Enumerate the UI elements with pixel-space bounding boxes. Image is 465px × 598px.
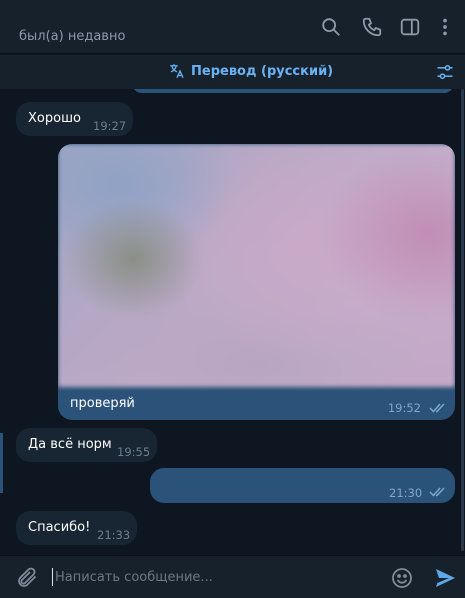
message-time: 21:33 <box>97 528 131 542</box>
chat-header: был(а) недавно <box>0 0 465 54</box>
message-text: Да всё норм <box>28 437 112 452</box>
message-time: 19:27 <box>93 119 127 133</box>
phone-icon[interactable] <box>361 16 383 38</box>
contact-status: был(а) недавно <box>19 29 126 44</box>
emoji-icon[interactable] <box>390 566 414 590</box>
message-text: Хорошо <box>28 111 81 126</box>
photo-attachment[interactable] <box>58 144 455 387</box>
double-check-icon <box>429 403 445 413</box>
translate-label: Перевод (русский) <box>191 63 334 79</box>
message-time: 19:55 <box>117 445 151 459</box>
message-bubble-incoming[interactable]: Да всё норм 19:55 <box>16 428 157 462</box>
message-text: Спасибо! <box>28 520 91 535</box>
message-list[interactable]: Хорошо 19:27 проверяй 19:52 Да всё норм … <box>0 89 465 555</box>
filter-settings-icon[interactable] <box>435 62 455 82</box>
message-time: 19:52 <box>387 401 421 415</box>
send-icon[interactable] <box>433 566 457 590</box>
message-bubble-outgoing[interactable]: 21:30 <box>150 468 455 503</box>
paperclip-icon[interactable] <box>15 566 39 590</box>
double-check-icon <box>429 487 445 497</box>
scrollbar[interactable] <box>461 89 464 551</box>
message-bubble-incoming[interactable]: Спасибо! 21:33 <box>16 511 137 545</box>
message-bubble-incoming[interactable]: Хорошо 19:27 <box>16 102 133 136</box>
message-composer <box>0 555 465 598</box>
photo-caption: проверяй <box>70 396 135 411</box>
unread-marker <box>0 433 3 493</box>
translate-icon <box>170 64 184 79</box>
text-caret <box>52 568 53 586</box>
message-input[interactable] <box>55 564 375 590</box>
message-time: 21:30 <box>389 486 423 500</box>
sidebar-panel-icon[interactable] <box>399 16 421 38</box>
translate-button[interactable]: Перевод (русский) <box>168 62 333 80</box>
message-bubble-photo[interactable]: проверяй 19:52 <box>58 144 455 420</box>
previous-message-bubble <box>132 89 454 93</box>
more-vertical-icon[interactable] <box>434 16 456 38</box>
search-icon[interactable] <box>320 16 342 38</box>
translate-bar: Перевод (русский) <box>0 55 465 89</box>
